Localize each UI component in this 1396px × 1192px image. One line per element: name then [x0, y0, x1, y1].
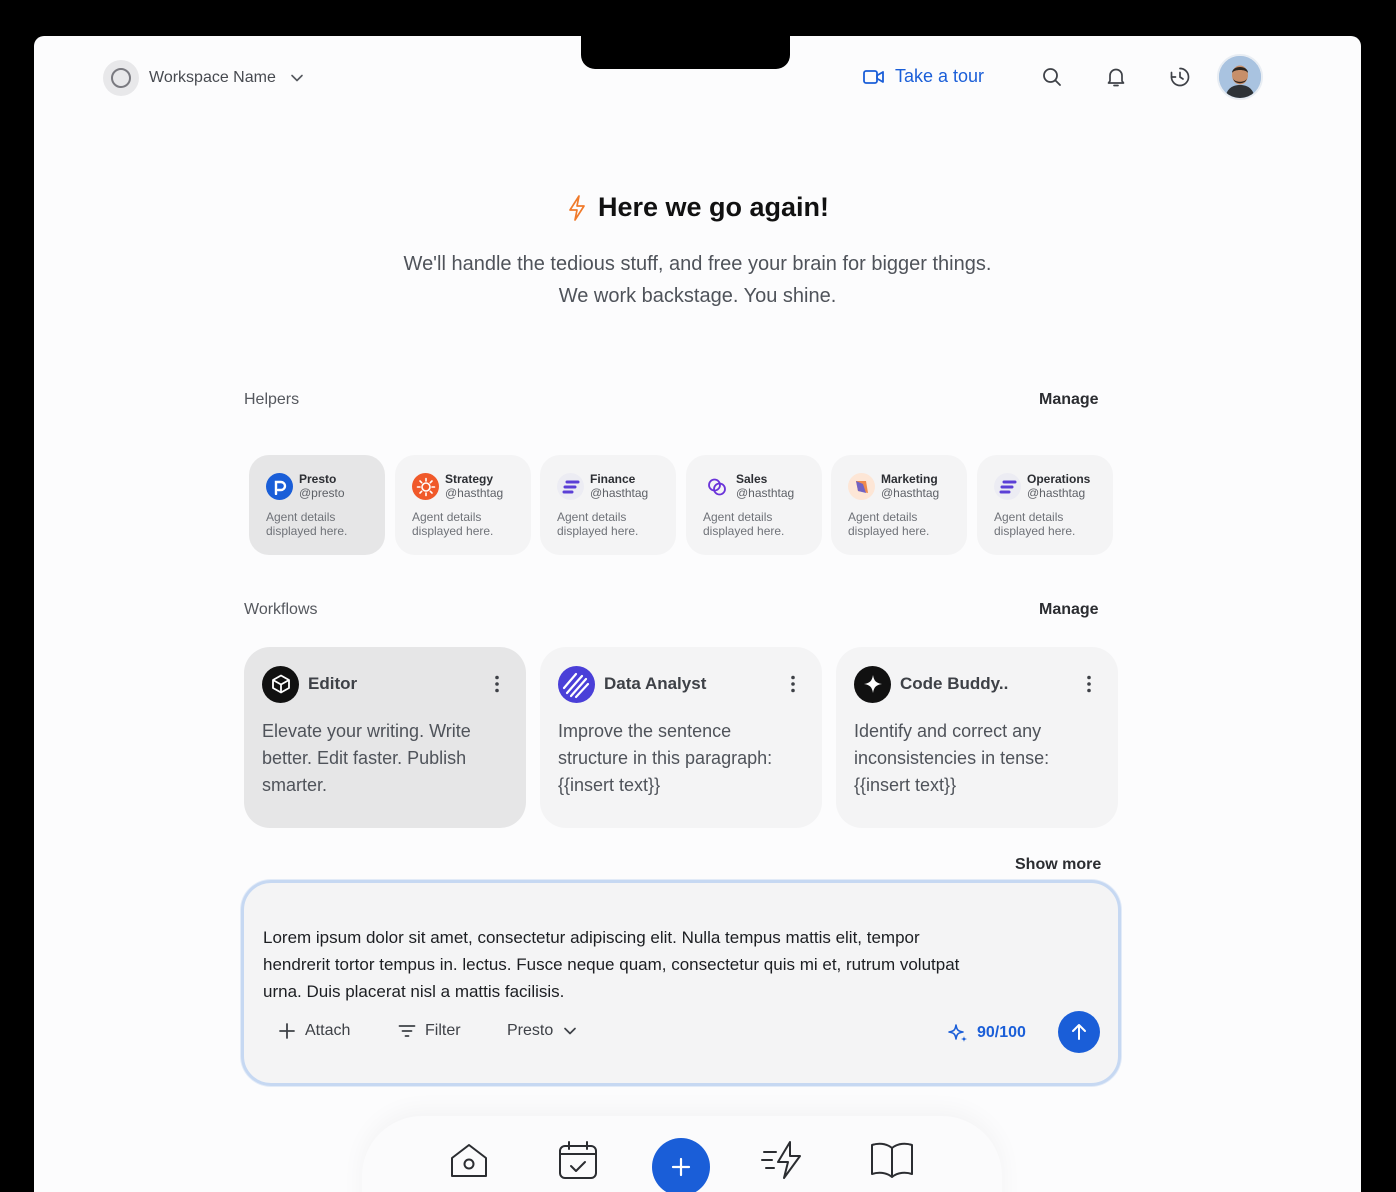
take-tour-label: Take a tour [895, 66, 985, 86]
helper-name: Presto [299, 472, 337, 486]
strategy-sun-icon [412, 473, 439, 500]
calendar-icon[interactable] [554, 1136, 602, 1184]
workflow-description: Identify and correct any inconsistencies… [854, 721, 1050, 795]
avatar-portrait [1219, 56, 1261, 98]
helper-card-operations[interactable]: Operations @hasthtag Agent details displ… [977, 455, 1113, 555]
add-icon[interactable] [652, 1138, 710, 1192]
workflow-name: Editor [308, 674, 358, 693]
home-icon[interactable] [445, 1136, 493, 1184]
sparkle-icon [854, 665, 891, 703]
helpers-manage-link[interactable]: Manage [1039, 391, 1099, 409]
user-avatar[interactable] [1217, 54, 1263, 100]
chevron-down-icon [564, 1027, 577, 1035]
sales-rings-icon [703, 473, 730, 500]
helper-card-presto[interactable]: Presto @presto Agent details displayed h… [249, 455, 385, 555]
workflow-name: Code Buddy.. [900, 674, 1009, 693]
credits-counter[interactable]: 90/100 [947, 1022, 1026, 1044]
hero-title: Here we go again! [34, 192, 1361, 223]
attach-label: Attach [305, 1022, 351, 1039]
bell-icon[interactable] [1104, 65, 1128, 89]
helper-card-marketing[interactable]: Marketing @hasthtag Agent details displa… [831, 455, 967, 555]
workspace-name: Workspace Name [149, 69, 276, 86]
finance-stripes-icon [557, 473, 584, 500]
helper-description: Agent details displayed here. [412, 510, 494, 538]
workflows-label: Workflows [244, 601, 318, 618]
hero-subtitle-line-1: We'll handle the tedious stuff, and free… [403, 253, 992, 275]
marketing-gradient-icon [848, 473, 875, 500]
take-tour-link[interactable]: Take a tour [863, 66, 984, 87]
helper-description: Agent details displayed here. [266, 510, 348, 538]
helper-handle: @hasthtag [736, 486, 795, 500]
workflow-description: Improve the sentence structure in this p… [558, 721, 773, 795]
prompt-input[interactable]: Lorem ipsum dolor sit amet, consectetur … [263, 924, 963, 1005]
helper-card-strategy[interactable]: Strategy @hasthtag Agent details display… [395, 455, 531, 555]
helper-name: Finance [590, 472, 636, 486]
workflow-card-data-analyst[interactable]: Data Analyst Improve the sentence struct… [540, 647, 822, 828]
presto-logo-icon [266, 473, 293, 500]
helper-handle: @hasthtag [1027, 486, 1086, 500]
prompt-composer[interactable]: Lorem ipsum dolor sit amet, consectetur … [241, 880, 1121, 1086]
helper-handle: @hasthtag [881, 486, 940, 500]
book-icon[interactable] [868, 1136, 916, 1184]
model-select[interactable]: Presto [507, 1022, 578, 1040]
helper-name: Operations [1027, 472, 1091, 486]
workflow-card-code-buddy[interactable]: Code Buddy.. Identify and correct any in… [836, 647, 1118, 828]
lightning-icon[interactable] [760, 1136, 808, 1184]
helper-handle: @hasthtag [590, 486, 649, 500]
app-screen: Workspace Name Take a tour Here we go ag… [34, 36, 1361, 1192]
filter-icon [398, 1025, 416, 1037]
credits-value: 90/100 [977, 1024, 1026, 1041]
attach-button[interactable]: Attach [278, 1022, 350, 1040]
show-more-link[interactable]: Show more [1015, 856, 1101, 874]
helper-description: Agent details displayed here. [703, 510, 785, 538]
helper-name: Marketing [881, 472, 938, 486]
striped-circle-icon [558, 665, 595, 703]
search-icon[interactable] [1040, 65, 1064, 89]
helper-description: Agent details displayed here. [557, 510, 639, 538]
hero-subtitle-line-2: We work backstage. You shine. [558, 285, 837, 307]
helper-handle: @presto [299, 486, 345, 500]
more-options-icon[interactable] [486, 673, 508, 695]
video-camera-icon [863, 69, 884, 84]
helpers-label: Helpers [244, 391, 300, 408]
helper-name: Strategy [445, 472, 494, 486]
helper-card-sales[interactable]: Sales @hasthtag Agent details displayed … [686, 455, 822, 555]
filter-label: Filter [425, 1022, 461, 1039]
model-select-label: Presto [507, 1022, 554, 1039]
workflow-description: Elevate your writing. Write better. Edit… [262, 721, 471, 795]
helper-handle: @hasthtag [445, 486, 504, 500]
arrow-up-icon [1072, 1024, 1086, 1040]
more-options-icon[interactable] [782, 673, 804, 695]
sparkles-icon [948, 1024, 967, 1042]
more-options-icon[interactable] [1078, 673, 1100, 695]
workflow-card-editor[interactable]: Editor Elevate your writing. Write bette… [244, 647, 526, 828]
cube-icon [262, 665, 299, 703]
helper-description: Agent details displayed here. [848, 510, 930, 538]
plus-icon [279, 1023, 295, 1039]
filter-button[interactable]: Filter [398, 1022, 461, 1040]
send-button[interactable] [1058, 1011, 1100, 1053]
device-notch [581, 20, 790, 69]
hero-subtitle: We'll handle the tedious stuff, and free… [34, 248, 1361, 312]
lightning-icon [569, 194, 585, 221]
operations-stripes-icon [994, 473, 1021, 500]
helper-card-finance[interactable]: Finance @hasthtag Agent details displaye… [540, 455, 676, 555]
workflows-manage-link[interactable]: Manage [1039, 601, 1099, 619]
helper-name: Sales [736, 472, 768, 486]
history-icon[interactable] [1168, 65, 1192, 89]
hero-title-text: Here we go again! [597, 192, 830, 222]
helper-description: Agent details displayed here. [994, 510, 1076, 538]
chevron-down-icon [291, 74, 303, 82]
workflow-name: Data Analyst [604, 674, 707, 693]
workspace-switcher[interactable]: Workspace Name [103, 60, 304, 96]
workspace-logo [103, 60, 139, 96]
